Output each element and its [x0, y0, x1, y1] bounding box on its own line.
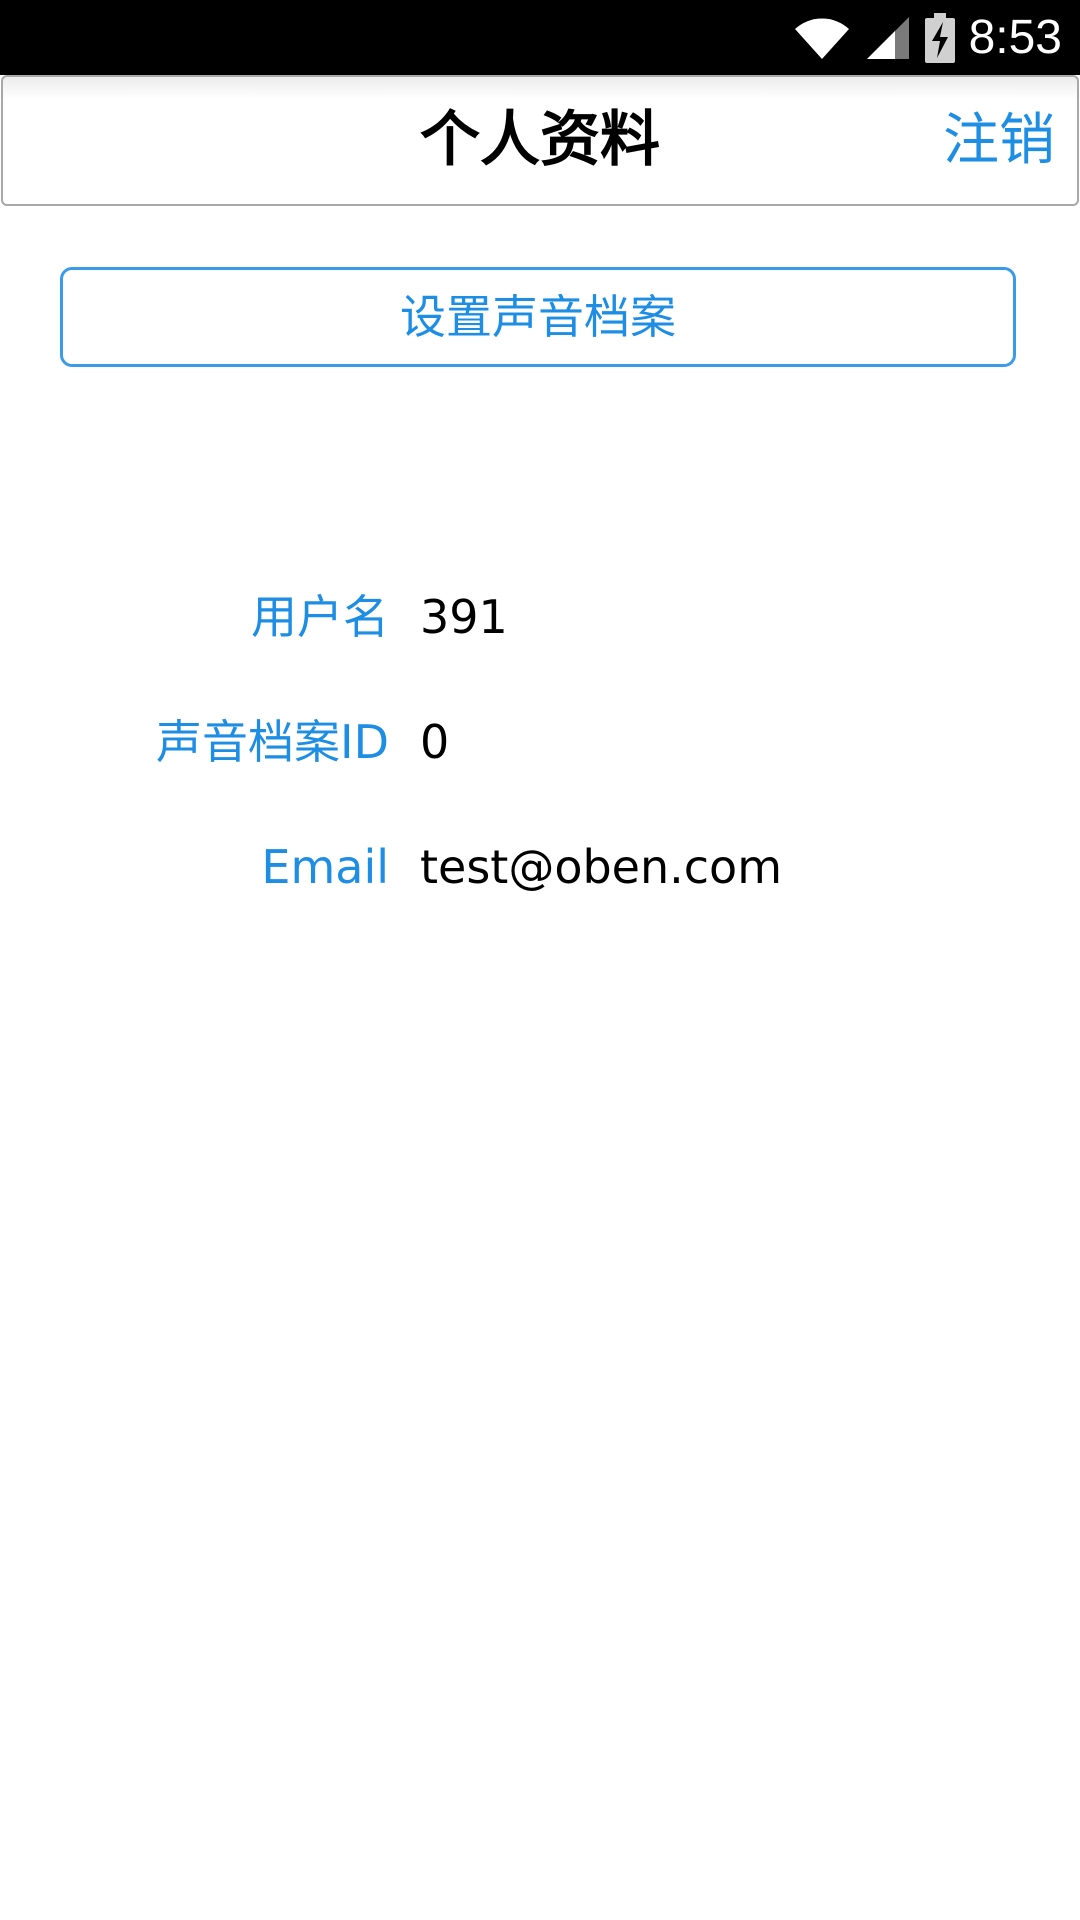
status-time: 8:53 [968, 11, 1062, 64]
status-bar: 8:53 [0, 0, 1080, 75]
voice-profile-id-row: 声音档案ID 0 [0, 707, 1080, 777]
voice-profile-id-value: 0 [420, 715, 450, 769]
signal-icon [866, 16, 909, 59]
page-title: 个人资料 [420, 105, 660, 175]
username-label: 用户名 [251, 590, 389, 644]
voice-profile-id-label: 声音档案ID [156, 715, 389, 769]
setup-voice-profile-button[interactable]: 设置声音档案 [60, 267, 1016, 367]
status-icons: 8:53 [793, 0, 1062, 75]
email-value: test@oben.com [420, 840, 783, 894]
username-row: 用户名 391 [0, 582, 1080, 652]
wifi-icon [794, 18, 849, 59]
logout-button[interactable]: 注销 [943, 77, 1055, 204]
battery-charging-icon [924, 12, 955, 63]
username-value: 391 [420, 590, 508, 644]
email-row: Email test@oben.com [0, 832, 1080, 902]
email-label: Email [261, 840, 389, 894]
header-bar: 个人资料 注销 [1, 75, 1079, 206]
